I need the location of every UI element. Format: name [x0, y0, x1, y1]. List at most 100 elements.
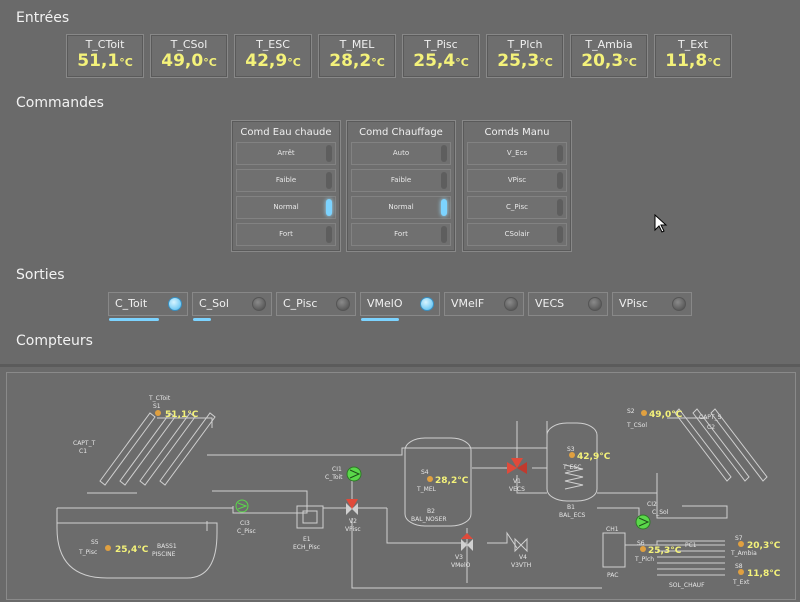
input-tile: T_CSol 49,0°C — [150, 34, 228, 78]
input-label: T_Plch — [507, 38, 543, 51]
output-toggle[interactable]: C_Sol — [192, 292, 272, 321]
command-button[interactable]: Fort — [351, 223, 451, 246]
command-indicator — [326, 145, 332, 162]
input-label: T_Ambia — [585, 38, 633, 51]
section-title-commandes: Commandes — [16, 95, 104, 111]
command-button[interactable]: Faible — [351, 169, 451, 192]
input-value: 25,4°C — [413, 51, 469, 71]
ci2-name: C_Sol — [652, 509, 669, 516]
b1-id: B1 — [567, 504, 575, 511]
command-button[interactable]: Normal — [351, 196, 451, 219]
input-tile: T_ESC 42,9°C — [234, 34, 312, 78]
s5-name: T_Pisc — [78, 549, 97, 556]
input-unit: °C — [707, 56, 721, 69]
s1-name: T_CToit — [148, 395, 171, 402]
output-toggle[interactable]: VMelO — [360, 292, 440, 321]
command-button[interactable]: VPisc — [467, 169, 567, 192]
sensor-s4-icon — [427, 476, 433, 482]
e1-id: E1 — [303, 536, 311, 543]
s6-value: 25,3°C — [648, 546, 682, 556]
s1-id: S1 — [153, 403, 161, 410]
input-unit: °C — [119, 56, 133, 69]
output-label: VMelO — [367, 297, 403, 310]
command-button-label: C_Pisc — [506, 203, 528, 211]
command-button-label: Fort — [394, 230, 408, 238]
input-value: 25,3°C — [497, 51, 553, 71]
output-led-icon — [672, 297, 686, 311]
command-button-label: Faible — [390, 176, 412, 184]
section-title-sorties: Sorties — [16, 267, 65, 283]
s8-name: T_Ext — [732, 579, 750, 586]
input-tile: T_MEL 28,2°C — [318, 34, 396, 78]
section-title-compteurs: Compteurs — [16, 333, 93, 349]
command-button[interactable]: Normal — [236, 196, 336, 219]
output-toggle[interactable]: VPisc — [612, 292, 692, 316]
input-label: T_MEL — [339, 38, 375, 51]
output-activity-bar — [361, 318, 400, 321]
command-button[interactable]: Fort — [236, 223, 336, 246]
sensor-s2-icon — [641, 410, 647, 416]
output-toggle[interactable]: VECS — [528, 292, 608, 316]
output-led-icon — [252, 297, 266, 311]
tank-b1 — [546, 422, 598, 502]
v4-name: V3VTH — [511, 562, 531, 569]
input-unit: °C — [371, 56, 385, 69]
input-unit: °C — [455, 56, 469, 69]
input-value: 28,2°C — [329, 51, 385, 71]
input-tile: T_Ext 11,8°C — [654, 34, 732, 78]
mouse-cursor-icon — [654, 214, 668, 233]
input-label: T_Ext — [678, 38, 708, 51]
heat-pump-pac — [602, 532, 626, 568]
input-value: 49,0°C — [161, 51, 217, 71]
command-button[interactable]: Arrêt — [236, 142, 336, 165]
output-led-icon — [420, 297, 434, 311]
s7-value: 20,3°C — [747, 541, 781, 551]
input-unit: °C — [203, 56, 217, 69]
input-unit: °C — [539, 56, 553, 69]
command-button[interactable]: CSolair — [467, 223, 567, 246]
valve-v2-icon — [346, 499, 358, 515]
s7-id: S7 — [735, 535, 743, 542]
v1-name: VECS — [509, 486, 525, 493]
command-indicator — [326, 226, 332, 243]
command-button[interactable]: C_Pisc — [467, 196, 567, 219]
output-label: VMelF — [451, 297, 485, 310]
capt-t-id: C1 — [79, 448, 87, 455]
command-button[interactable]: Faible — [236, 169, 336, 192]
input-value: 42,9°C — [245, 51, 301, 71]
output-led-icon — [168, 297, 182, 311]
command-indicator — [326, 172, 332, 189]
command-button-label: Normal — [388, 203, 414, 211]
command-group-title: Comds Manu — [484, 127, 550, 138]
command-button-label: Faible — [275, 176, 297, 184]
s3-value: 42,9°C — [577, 452, 611, 462]
capt-s-id: C2 — [707, 424, 715, 431]
valve-v1-icon — [507, 458, 527, 474]
s7-name: T_Ambia — [730, 550, 757, 557]
command-button[interactable]: V_Ecs — [467, 142, 567, 165]
input-label: T_CToit — [85, 38, 125, 51]
s3-id: S3 — [567, 446, 575, 453]
command-indicator — [557, 172, 563, 189]
command-group: Comd Eau chaude Arrêt Faible Normal Fort — [231, 120, 341, 252]
output-label: C_Sol — [199, 297, 229, 310]
output-toggle[interactable]: C_Toit — [108, 292, 188, 321]
output-led-icon — [504, 297, 518, 311]
b1-name: BAL_ECS — [559, 512, 586, 519]
input-label: T_Pisc — [424, 38, 458, 51]
installation-synoptic: CAPT_T C1 CAPT_S C2 B2 BAL_NOSER B1 BAL_… — [6, 372, 796, 600]
output-toggle[interactable]: C_Pisc — [276, 292, 356, 316]
input-tile: T_Plch 25,3°C — [486, 34, 564, 78]
v3-id: V3 — [455, 554, 463, 561]
command-indicator — [441, 172, 447, 189]
input-value: 11,8°C — [665, 51, 721, 71]
output-toggle[interactable]: VMelF — [444, 292, 524, 316]
command-indicator — [441, 226, 447, 243]
command-button[interactable]: Auto — [351, 142, 451, 165]
s4-id: S4 — [421, 469, 429, 476]
s8-id: S8 — [735, 563, 743, 570]
inputs-panel: T_CToit 51,1°C T_CSol 49,0°C T_ESC 42,9°C T… — [66, 34, 732, 78]
ci1-id: CI1 — [332, 466, 342, 473]
output-led-icon — [588, 297, 602, 311]
s6-name: T_Plch — [634, 556, 654, 563]
